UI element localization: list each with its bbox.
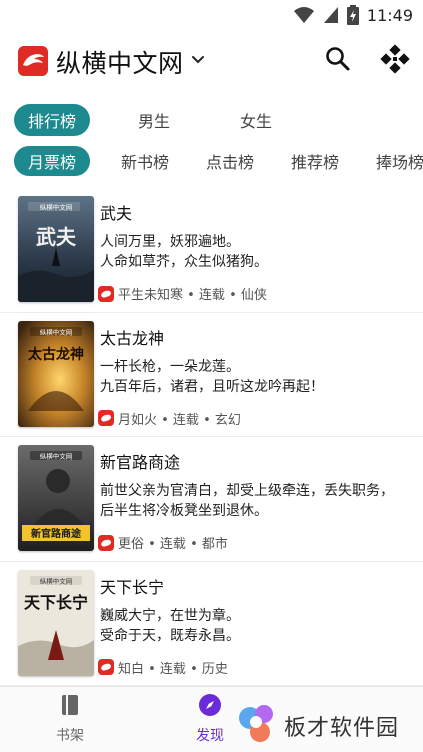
app-logo-icon [18, 46, 48, 76]
wifi-icon [293, 7, 314, 23]
book-meta: 平生未知寒 • 连载 • 仙侠 [98, 284, 267, 303]
book-title[interactable]: 太古龙神 [100, 325, 164, 349]
tab-ranking[interactable]: 排行榜 [14, 104, 90, 136]
signal-icon [323, 7, 338, 23]
list-item[interactable]: 纵横中文网 武夫 武夫 人间万里，妖邪遍地。 人命如草芥，众生似猪狗。 平生未知… [0, 188, 423, 313]
author-logo-icon [98, 534, 114, 551]
author-logo-icon [98, 285, 114, 302]
nav-discover[interactable]: 发现 [180, 693, 240, 745]
book-title[interactable]: 新官路商途 [100, 449, 180, 473]
chevron-down-icon[interactable] [190, 53, 206, 67]
ranking-sub-tabs: 月票榜 新书榜 点击榜 推荐榜 捧场榜 [14, 146, 423, 176]
search-icon[interactable] [323, 44, 353, 74]
cover-badge-text: 纵横中文网 [40, 576, 73, 585]
subtab-support[interactable]: 捧场榜 [370, 146, 423, 176]
category-grid-icon[interactable] [380, 44, 410, 74]
cover-title-text: 太古龙神 [28, 346, 84, 363]
cover-title-text: 新官路商途 [31, 527, 82, 540]
status-icons: 11:49 [293, 4, 413, 26]
battery-charging-icon [346, 5, 359, 25]
cover-title-text: 天下长宁 [24, 593, 88, 612]
subtab-monthly-ticket[interactable]: 月票榜 [14, 146, 90, 176]
status-time: 11:49 [366, 5, 413, 25]
main-tabs: 排行榜 男生 女生 [14, 104, 294, 136]
book-description: 人间万里，妖邪遍地。 人命如草芥，众生似猪狗。 [100, 234, 268, 270]
list-item[interactable]: 纵横中文网 新官路商途 新官路商途 前世父亲为官清白，却受上级牵连，丢失职务，后… [0, 437, 423, 562]
book-title[interactable]: 武夫 [100, 200, 132, 224]
author-logo-icon [98, 410, 114, 426]
cover-title-text: 武夫 [36, 225, 77, 249]
watermark: 板才软件园 [234, 700, 419, 750]
compass-icon [199, 694, 221, 716]
book-meta: 月如火 • 连载 • 玄幻 [98, 409, 241, 428]
subtab-recommend[interactable]: 推荐榜 [285, 146, 345, 176]
book-cover[interactable]: 纵横中文网 新官路商途 [18, 445, 94, 551]
watermark-logo-icon [239, 705, 273, 742]
book-list: 纵横中文网 武夫 武夫 人间万里，妖邪遍地。 人命如草芥，众生似猪狗。 平生未知… [0, 188, 423, 686]
app-title[interactable]: 纵横中文网 [56, 44, 184, 80]
nav-bookshelf-label: 书架 [56, 728, 84, 744]
app-bar: 纵横中文网 [0, 36, 423, 88]
book-meta: 知白 • 连载 • 历史 [98, 658, 228, 677]
status-bar: 11:49 [0, 0, 423, 30]
tab-female[interactable]: 女生 [218, 104, 294, 136]
book-cover[interactable]: 纵横中文网 天下长宁 [18, 569, 94, 676]
bookshelf-icon [62, 695, 78, 715]
subtab-new-books[interactable]: 新书榜 [115, 146, 175, 176]
cover-badge-text: 纵横中文网 [40, 203, 73, 212]
book-description: 一杆长枪，一朵龙莲。 九百年后，诸君，且听这龙吟再起！ [100, 358, 324, 395]
cover-badge-text: 纵横中文网 [40, 327, 73, 336]
book-cover[interactable]: 纵横中文网 武夫 [18, 196, 94, 302]
cover-badge-text: 纵横中文网 [40, 452, 73, 461]
book-description: 巍威大宁，在世为章。 受命于天，既寿永昌。 [100, 607, 240, 644]
tab-male[interactable]: 男生 [116, 104, 192, 136]
list-item[interactable]: 纵横中文网 太古龙神 太古龙神 一杆长枪，一朵龙莲。 九百年后，诸君，且听这龙吟… [0, 313, 423, 437]
book-meta: 更俗 • 连载 • 都市 [98, 533, 228, 552]
author-logo-icon [98, 659, 114, 675]
book-cover[interactable]: 纵横中文网 太古龙神 [18, 320, 94, 427]
subtab-clicks[interactable]: 点击榜 [200, 146, 260, 176]
list-item[interactable]: 纵横中文网 天下长宁 天下长宁 巍威大宁，在世为章。 受命于天，既寿永昌。 知白… [0, 562, 423, 686]
book-description: 前世父亲为官清白，却受上级牵连，丢失职务，后半生将冷板凳坐到退休。 [100, 483, 394, 519]
nav-discover-label: 发现 [196, 728, 224, 744]
book-title[interactable]: 天下长宁 [100, 574, 164, 598]
watermark-text: 板才软件园 [284, 716, 400, 741]
nav-bookshelf[interactable]: 书架 [40, 693, 100, 745]
